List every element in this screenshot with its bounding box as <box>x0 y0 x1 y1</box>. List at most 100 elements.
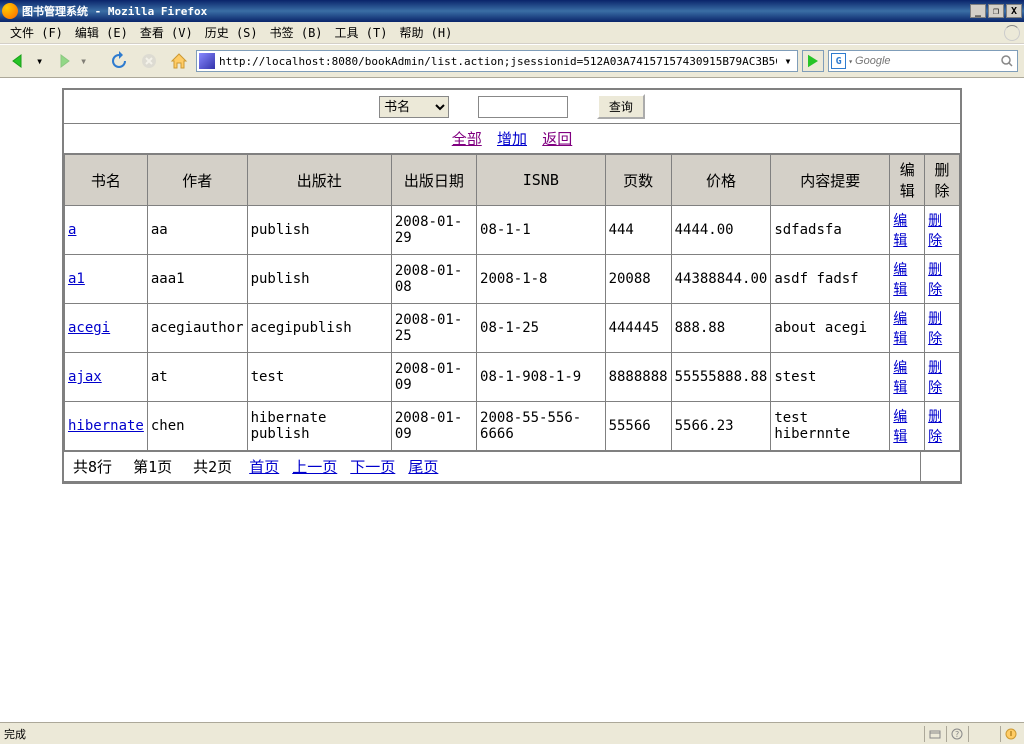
svg-text:?: ? <box>954 730 959 739</box>
table-cell: 08-1-1 <box>477 206 606 255</box>
reload-button[interactable] <box>106 48 132 74</box>
edit-link[interactable]: 编辑 <box>893 213 907 249</box>
forward-dropdown[interactable]: ▾ <box>80 54 90 68</box>
table-cell: acegiauthor <box>147 304 247 353</box>
throbber-icon <box>1004 25 1020 41</box>
url-input[interactable] <box>219 55 777 68</box>
pagination-spacer <box>920 452 960 482</box>
table-cell: 444445 <box>605 304 671 353</box>
column-header: 出版社 <box>247 155 391 206</box>
table-cell: 20088 <box>605 255 671 304</box>
book-name-link[interactable]: a <box>68 222 76 238</box>
link-add[interactable]: 增加 <box>497 130 527 148</box>
status-icon-2[interactable]: ? <box>946 726 966 742</box>
url-dropdown[interactable]: ▾ <box>781 54 795 68</box>
table-cell: 4444.00 <box>671 206 771 255</box>
delete-link[interactable]: 删除 <box>928 311 942 347</box>
status-bar: 完成 ? <box>0 722 1024 744</box>
search-engine-dropdown[interactable]: ▾ <box>848 57 853 66</box>
main-container: 书名 查询 全部 增加 返回 书名作者出版社出版日期ISNB页数价格内容提要编辑… <box>62 88 962 484</box>
prev-page-link[interactable]: 上一页 <box>292 458 337 476</box>
table-cell: 2008-01-09 <box>391 402 476 451</box>
table-header-row: 书名作者出版社出版日期ISNB页数价格内容提要编辑删除 <box>65 155 960 206</box>
edit-link[interactable]: 编辑 <box>893 262 907 298</box>
menu-bar: 文件 (F) 编辑 (E) 查看 (V) 历史 (S) 书签 (B) 工具 (T… <box>0 22 1024 44</box>
back-dropdown[interactable]: ▾ <box>36 54 46 68</box>
url-bar[interactable]: ▾ <box>196 50 798 72</box>
edit-link[interactable]: 编辑 <box>893 360 907 396</box>
navigation-toolbar: ▾ ▾ ▾ G ▾ <box>0 44 1024 78</box>
link-back[interactable]: 返回 <box>542 130 572 148</box>
table-cell: a <box>65 206 148 255</box>
status-icon-1[interactable] <box>924 726 944 742</box>
book-name-link[interactable]: a1 <box>68 271 85 287</box>
google-icon[interactable]: G <box>831 53 846 69</box>
window-titlebar: 图书管理系统 - Mozilla Firefox _ ❐ X <box>0 0 1024 22</box>
forward-button[interactable] <box>50 48 76 74</box>
go-button[interactable] <box>802 50 824 72</box>
table-cell: chen <box>147 402 247 451</box>
table-cell: 删除 <box>925 206 960 255</box>
table-cell: 删除 <box>925 402 960 451</box>
table-cell: 888.88 <box>671 304 771 353</box>
status-text: 完成 <box>4 726 922 742</box>
close-button[interactable]: X <box>1006 4 1022 18</box>
search-row: 书名 查询 <box>63 89 961 124</box>
column-header: 页数 <box>605 155 671 206</box>
table-cell: test hibernnte <box>771 402 890 451</box>
back-button[interactable] <box>6 48 32 74</box>
page-content: 书名 查询 全部 增加 返回 书名作者出版社出版日期ISNB页数价格内容提要编辑… <box>0 78 1024 738</box>
search-input[interactable] <box>855 55 998 67</box>
menu-help[interactable]: 帮助 (H) <box>393 24 458 41</box>
table-cell: 5566.23 <box>671 402 771 451</box>
table-cell: sdfadsfa <box>771 206 890 255</box>
first-page-link[interactable]: 首页 <box>249 458 279 476</box>
book-name-link[interactable]: acegi <box>68 320 110 336</box>
menu-edit[interactable]: 编辑 (E) <box>69 24 134 41</box>
table-cell: 编辑 <box>890 304 925 353</box>
last-page-link[interactable]: 尾页 <box>408 458 438 476</box>
stop-button[interactable] <box>136 48 162 74</box>
menu-view[interactable]: 查看 (V) <box>134 24 199 41</box>
restore-button[interactable]: ❐ <box>988 4 1004 18</box>
search-keyword-input[interactable] <box>478 96 568 118</box>
table-cell: publish <box>247 255 391 304</box>
home-button[interactable] <box>166 48 192 74</box>
minimize-button[interactable]: _ <box>970 4 986 18</box>
table-cell: 55555888.88 <box>671 353 771 402</box>
pagination: 共8行 第1页 共2页 首页 上一页 下一页 尾页 <box>64 452 920 482</box>
delete-link[interactable]: 删除 <box>928 360 942 396</box>
security-icon[interactable] <box>1000 726 1020 742</box>
delete-link[interactable]: 删除 <box>928 262 942 298</box>
edit-link[interactable]: 编辑 <box>893 311 907 347</box>
total-pages: 共2页 <box>193 458 232 476</box>
status-spacer <box>968 726 998 742</box>
menu-bookmarks[interactable]: 书签 (B) <box>264 24 329 41</box>
table-row: ajaxattest2008-01-0908-1-908-1-988888885… <box>65 353 960 402</box>
table-cell: 删除 <box>925 304 960 353</box>
menu-tools[interactable]: 工具 (T) <box>329 24 394 41</box>
edit-link[interactable]: 编辑 <box>893 409 907 445</box>
menu-history[interactable]: 历史 (S) <box>199 24 264 41</box>
table-cell: 删除 <box>925 255 960 304</box>
table-cell: 2008-01-08 <box>391 255 476 304</box>
delete-link[interactable]: 删除 <box>928 213 942 249</box>
next-page-link[interactable]: 下一页 <box>350 458 395 476</box>
table-cell: stest <box>771 353 890 402</box>
column-header: 出版日期 <box>391 155 476 206</box>
book-name-link[interactable]: hibernate <box>68 418 144 434</box>
table-cell: 2008-55-556-6666 <box>477 402 606 451</box>
table-cell: 编辑 <box>890 402 925 451</box>
menu-file[interactable]: 文件 (F) <box>4 24 69 41</box>
table-cell: 08-1-908-1-9 <box>477 353 606 402</box>
search-type-select[interactable]: 书名 <box>379 96 449 118</box>
table-cell: 编辑 <box>890 353 925 402</box>
book-name-link[interactable]: ajax <box>68 369 102 385</box>
column-header: 价格 <box>671 155 771 206</box>
search-icon[interactable] <box>998 54 1015 68</box>
search-box[interactable]: G ▾ <box>828 50 1018 72</box>
link-all[interactable]: 全部 <box>452 130 482 148</box>
search-button[interactable]: 查询 <box>597 94 645 119</box>
total-rows: 共8行 <box>73 458 112 476</box>
delete-link[interactable]: 删除 <box>928 409 942 445</box>
